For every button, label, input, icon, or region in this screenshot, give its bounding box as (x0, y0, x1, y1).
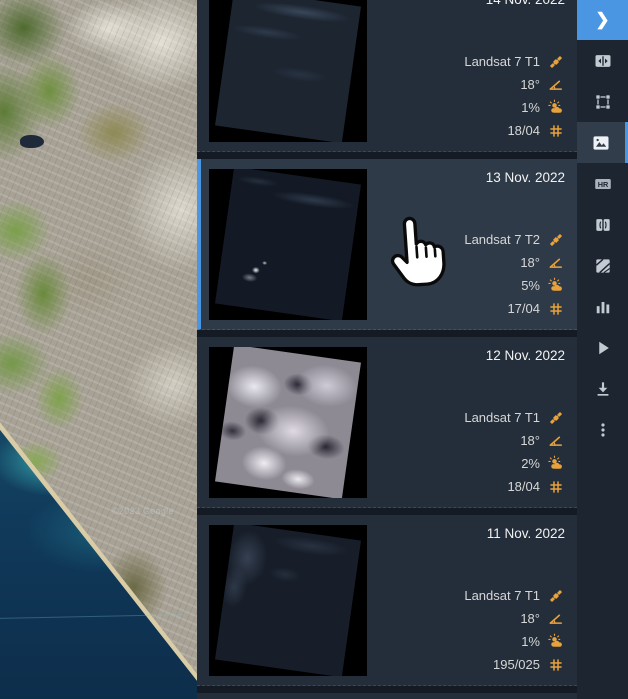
statistics-tool-button[interactable] (577, 286, 628, 327)
sun-elevation: 18° (520, 611, 540, 626)
hr-tool-button[interactable]: HR (577, 163, 628, 204)
scene-thumbnail[interactable] (209, 169, 367, 320)
cloud-icon (547, 277, 565, 295)
area-select-icon (593, 92, 613, 112)
results-list: 14 Nov. 2022 Landsat 7 T1 18° 1% (197, 0, 577, 699)
sun-elevation: 18° (520, 433, 540, 448)
result-item[interactable]: 11 Nov. 2022 Landsat 7 T1 18° 1% (197, 515, 577, 686)
mosaic-icon (593, 256, 613, 276)
scene-source: Landsat 7 T1 (464, 410, 540, 425)
scene-date: 13 Nov. 2022 (486, 169, 565, 185)
grid-icon (547, 478, 565, 496)
hr-icon: HR (592, 173, 614, 195)
result-item-partial[interactable] (197, 693, 577, 699)
images-tab-button[interactable] (577, 122, 628, 163)
grid-icon (547, 300, 565, 318)
tile-path-row: 18/04 (507, 479, 540, 494)
tile-path-row: 17/04 (507, 301, 540, 316)
image-icon (591, 133, 611, 153)
compare-tool-button[interactable] (577, 40, 628, 81)
area-select-tool-button[interactable] (577, 81, 628, 122)
scene-source: Landsat 7 T2 (464, 232, 540, 247)
bar-chart-icon (593, 297, 613, 317)
eo-browser-app: ©2023 Google 14 Nov. 2022 Landsat 7 T1 (0, 0, 628, 699)
svg-text:HR: HR (597, 179, 608, 188)
download-icon (593, 379, 613, 399)
sun-angle-icon (547, 254, 565, 272)
download-button[interactable] (577, 368, 628, 409)
map-canvas[interactable]: ©2023 Google (0, 0, 197, 699)
sun-elevation: 18° (520, 255, 540, 270)
scene-thumbnail[interactable] (209, 525, 367, 676)
scene-date: 14 Nov. 2022 (486, 0, 565, 7)
scene-date: 11 Nov. 2022 (487, 525, 565, 541)
cloud-coverage: 5% (521, 278, 540, 293)
scene-thumbnail[interactable] (209, 0, 367, 142)
result-item-hovered[interactable]: 13 Nov. 2022 Landsat 7 T2 18° 5% (197, 159, 577, 330)
result-item[interactable]: 14 Nov. 2022 Landsat 7 T1 18° 1% (197, 0, 577, 152)
kebab-menu-icon (593, 420, 613, 440)
scene-source: Landsat 7 T1 (464, 54, 540, 69)
compare-icon (593, 51, 613, 71)
sun-angle-icon (547, 76, 565, 94)
cloud-coverage: 2% (521, 456, 540, 471)
cloud-icon (547, 99, 565, 117)
scene-date: 12 Nov. 2022 (486, 347, 565, 363)
scene-thumbnail[interactable] (209, 347, 367, 498)
satellite-icon (547, 409, 565, 427)
grid-icon (547, 656, 565, 674)
scene-source: Landsat 7 T1 (464, 588, 540, 603)
map-attribution: ©2023 Google (112, 506, 174, 516)
more-options-button[interactable] (577, 409, 628, 450)
timelapse-play-button[interactable] (577, 327, 628, 368)
right-toolbar: ❯ (577, 0, 628, 699)
tile-path-row: 195/025 (493, 657, 540, 672)
collapse-panel-button[interactable]: ❯ (577, 0, 628, 40)
satellite-icon (547, 53, 565, 71)
play-icon (593, 338, 613, 358)
map-pond (20, 135, 44, 148)
sun-angle-icon (547, 610, 565, 628)
split-view-icon (593, 215, 613, 235)
sun-elevation: 18° (520, 77, 540, 92)
cloud-coverage: 1% (521, 100, 540, 115)
split-view-tool-button[interactable] (577, 204, 628, 245)
result-item[interactable]: 12 Nov. 2022 Landsat 7 T1 18° 2% (197, 337, 577, 508)
satellite-icon (547, 231, 565, 249)
cloud-icon (547, 455, 565, 473)
tile-path-row: 18/04 (507, 123, 540, 138)
mosaic-tool-button[interactable] (577, 245, 628, 286)
sun-angle-icon (547, 432, 565, 450)
satellite-icon (547, 587, 565, 605)
grid-icon (547, 122, 565, 140)
cloud-icon (547, 633, 565, 651)
cloud-coverage: 1% (521, 634, 540, 649)
